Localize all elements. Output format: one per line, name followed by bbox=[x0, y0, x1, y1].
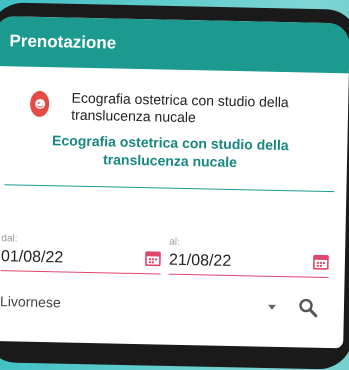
exam-title: Ecografia ostetrica con studio della tra… bbox=[51, 132, 289, 171]
chevron-down-icon[interactable] bbox=[267, 304, 277, 310]
page-title: Prenotazione bbox=[9, 31, 117, 53]
exam-row: Ecografia ostetrica con studio della tra… bbox=[0, 66, 349, 129]
location-select[interactable]: Livornese bbox=[0, 271, 345, 318]
location-value: Livornese bbox=[0, 293, 61, 311]
calendar-icon[interactable] bbox=[145, 250, 161, 267]
from-date-value[interactable]: 01/08/22 bbox=[1, 244, 64, 267]
baby-icon bbox=[29, 90, 50, 118]
to-date-value[interactable]: 21/08/22 bbox=[169, 248, 232, 271]
calendar-icon[interactable] bbox=[312, 254, 329, 270]
to-date-field[interactable]: al: 21/08/22 bbox=[168, 237, 338, 279]
app-bar: Prenotazione bbox=[0, 16, 349, 74]
date-range: dal: 01/08/22 al: 21/08/22 bbox=[0, 185, 346, 279]
app-screen: Prenotazione Ecografia ostetrica con stu… bbox=[0, 16, 349, 349]
search-icon[interactable] bbox=[298, 297, 318, 318]
exam-name: Ecografia ostetrica con studio della tra… bbox=[71, 89, 289, 126]
from-date-field[interactable]: dal: 01/08/22 bbox=[0, 233, 170, 275]
